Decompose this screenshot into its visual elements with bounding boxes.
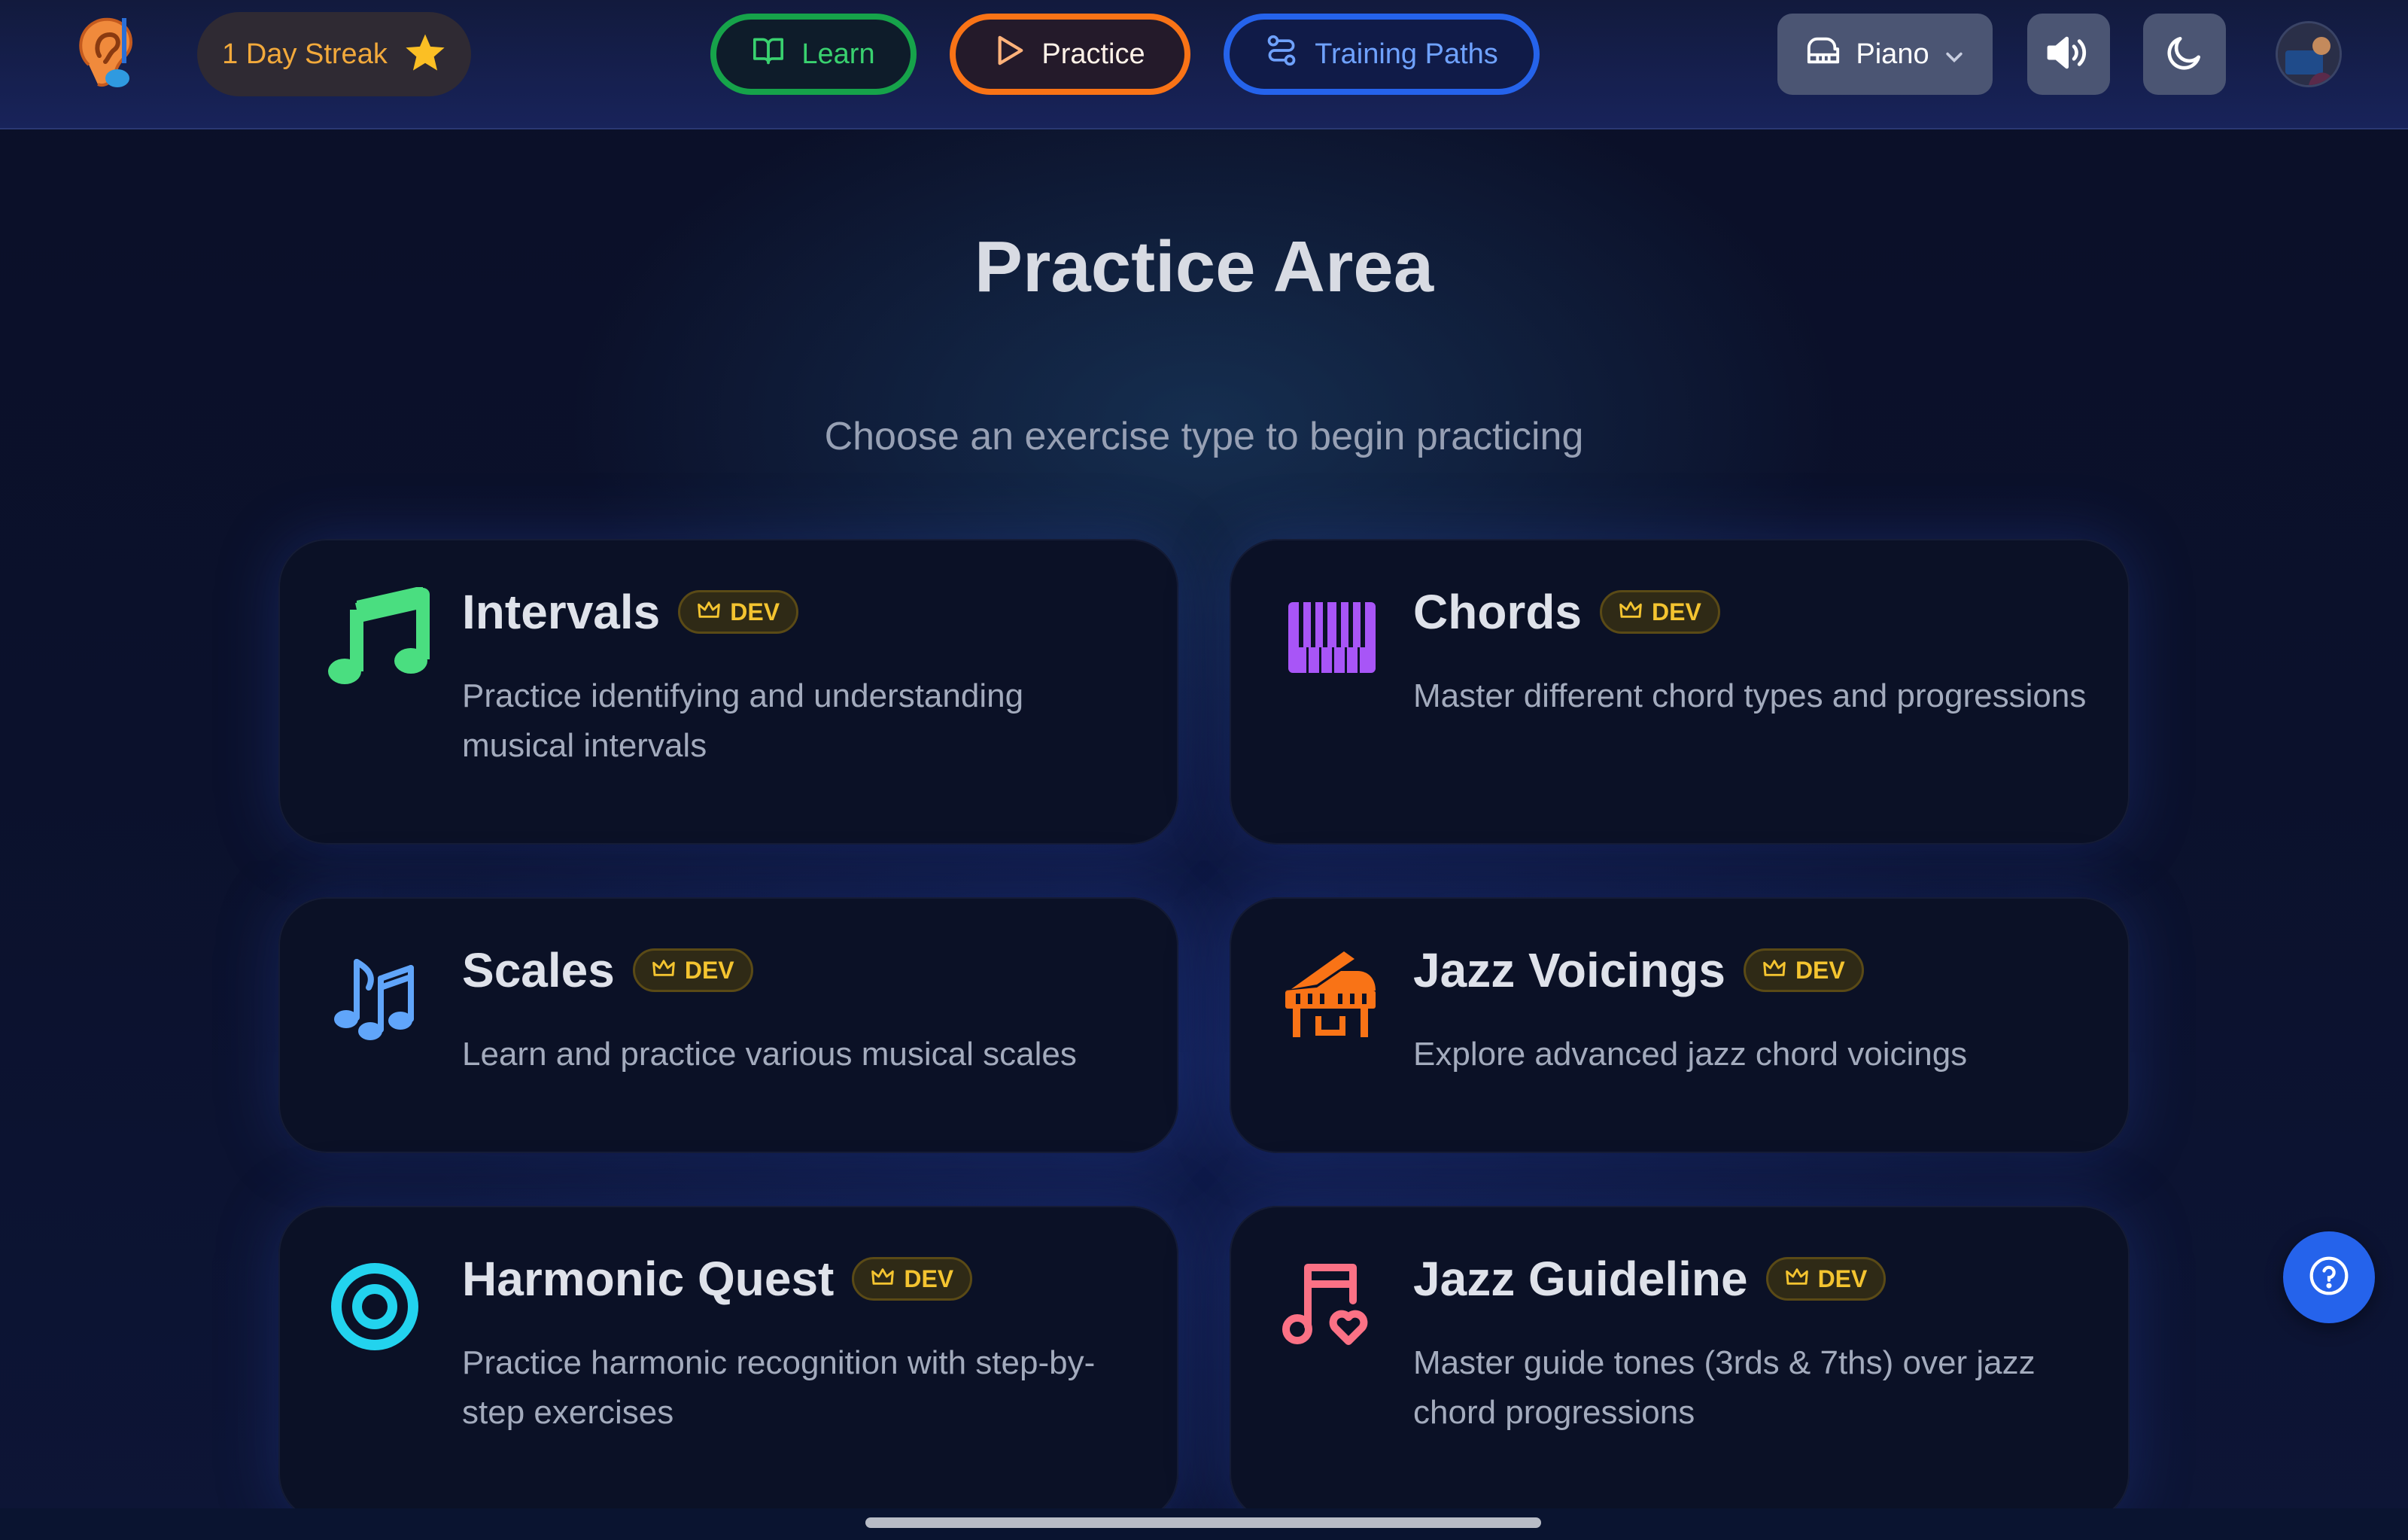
tab-practice-label: Practice [1041,38,1145,70]
target-icon [327,1254,432,1359]
music-heart-icon [1278,1254,1383,1359]
card-title-jazz-voicings: Jazz Voicings [1413,943,1725,997]
dev-badge-label: DEV [1652,598,1701,625]
instrument-label: Piano [1856,38,1929,70]
card-desc-jazz-guideline: Master guide tones (3rds & 7ths) over ja… [1413,1344,2036,1431]
card-title-intervals: Intervals [462,585,661,639]
avatar[interactable] [2276,21,2342,87]
crown-icon [1785,1265,1809,1293]
card-title-jazz-guideline: Jazz Guideline [1413,1252,1748,1306]
crown-icon [871,1265,895,1293]
speaker-volume-icon [2045,33,2092,76]
card-desc-intervals: Practice identifying and understanding m… [462,677,1024,764]
card-jazz-voicings[interactable]: Jazz Voicings DEV Explore advanced jazz … [1230,897,2130,1153]
piano-icon [1806,35,1841,73]
tab-learn[interactable]: Learn [710,14,917,95]
practice-page: 1 Day Streak Learn Practice Training Pat… [0,0,2408,1540]
card-title-harmonic-quest: Harmonic Quest [462,1252,835,1306]
crown-icon [652,957,676,985]
dev-badge-label: DEV [730,598,780,625]
sound-toggle-button[interactable] [2027,14,2110,95]
play-icon [995,35,1025,74]
tab-training-paths[interactable]: Training Paths [1224,14,1540,95]
crown-icon [1619,598,1643,626]
music-note-icon [327,586,432,692]
star-icon [404,32,446,77]
theme-toggle-button[interactable] [2143,14,2226,95]
dev-badge-label: DEV [1817,1265,1868,1292]
home-indicator[interactable] [865,1517,1541,1528]
streak-badge[interactable]: 1 Day Streak [197,12,471,96]
dev-badge-label: DEV [1795,956,1845,984]
top-navigation-bar: 1 Day Streak Learn Practice Training Pat… [0,0,2408,129]
page-subtitle: Choose an exercise type to begin practic… [824,415,1584,458]
tab-practice[interactable]: Practice [950,14,1190,95]
grand-piano-icon [1278,945,1383,1051]
tab-training-paths-label: Training Paths [1315,38,1498,70]
help-circle-icon [2308,1255,2350,1301]
route-icon [1265,34,1298,75]
card-desc-chords: Master different chord types and progres… [1413,677,2087,714]
card-title-scales: Scales [462,943,615,997]
card-desc-harmonic-quest: Practice harmonic recognition with step-… [462,1344,1096,1431]
card-desc-scales: Learn and practice various musical scale… [462,1036,1077,1073]
crown-icon [1762,957,1786,985]
dev-badge: DEV [1743,948,1864,992]
dev-badge: DEV [1765,1257,1887,1301]
card-desc-jazz-voicings: Explore advanced jazz chord voicings [1413,1036,1968,1073]
dev-badge-label: DEV [904,1265,954,1292]
help-button[interactable] [2283,1231,2375,1323]
dev-badge: DEV [678,590,799,634]
dev-badge: DEV [852,1257,973,1301]
book-open-icon [752,35,785,73]
dev-badge-label: DEV [684,956,734,984]
page-title: Practice Area [974,227,1434,307]
moon-icon [2163,32,2206,78]
card-chords[interactable]: Chords DEV Master different chord types … [1230,539,2130,845]
dev-badge: DEV [632,948,753,992]
crown-icon [697,598,721,626]
piano-keys-icon [1278,587,1383,692]
instrument-select[interactable]: Piano [1777,14,1993,95]
card-intervals[interactable]: Intervals DEV Practice identifying and u… [278,539,1178,845]
ear-music-logo-icon[interactable] [72,12,140,96]
streak-label: 1 Day Streak [222,38,388,70]
card-title-chords: Chords [1413,585,1582,639]
chevron-down-icon [1944,38,1964,71]
dev-badge: DEV [1600,590,1720,634]
card-harmonic-quest[interactable]: Harmonic Quest DEV Practice harmonic rec… [278,1206,1178,1522]
music-notes-icon [327,945,432,1051]
tab-learn-label: Learn [801,38,875,70]
card-jazz-guideline[interactable]: Jazz Guideline DEV Master guide tones (3… [1230,1206,2130,1522]
card-scales[interactable]: Scales DEV Learn and practice various mu… [278,897,1178,1153]
